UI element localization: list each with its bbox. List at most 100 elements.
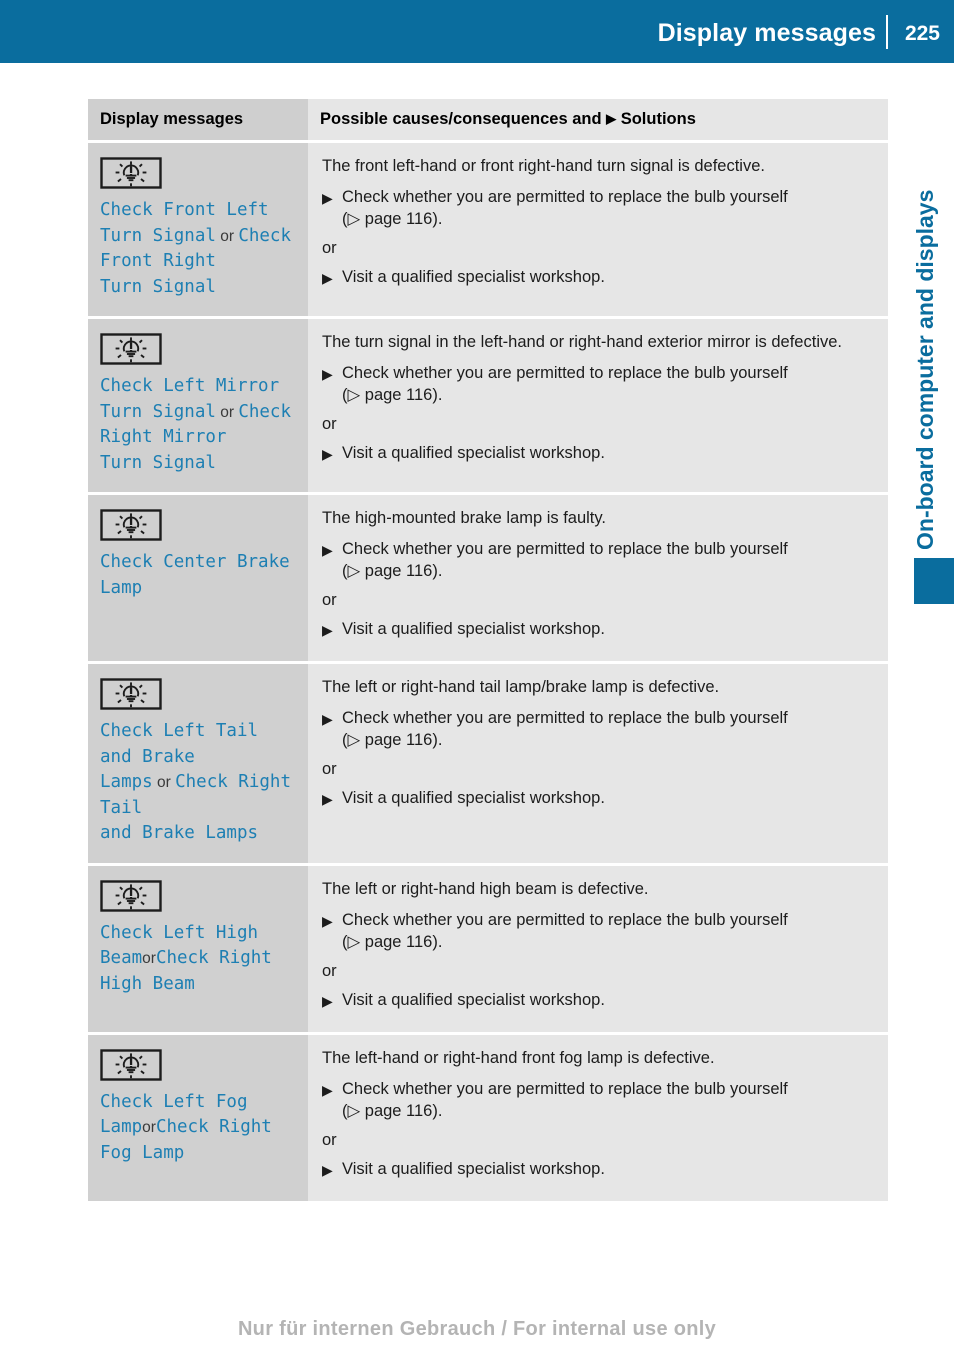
cause-text: The front left-hand or front right-hand … — [322, 157, 765, 175]
solution-step: ▶ Check whether you are permitted to repl… — [322, 1078, 874, 1122]
cell-causes-and-solutions: The left or right-hand tail lamp/brake l… — [308, 662, 888, 866]
solution-step: ▶ Visit a qualified specialist workshop. — [322, 989, 874, 1011]
page-reference-link[interactable]: (▷ page 116). — [342, 560, 874, 582]
message-code-line: Check Right — [155, 948, 272, 968]
table-header-row: Display messages Possible causes/consequ… — [88, 99, 888, 143]
table-row: Check Center Brake Lamp The high-mounted b… — [88, 493, 888, 664]
step-text: Visit a qualified specialist workshop. — [342, 444, 605, 462]
chapter-side-tab: On-board computer and displays — [905, 120, 945, 550]
step-separator-or: or — [322, 1130, 337, 1149]
message-code-line: Check Left High — [100, 922, 259, 943]
message-code-block: Check Center Brake Lamp — [100, 550, 298, 601]
step-triangle-icon: ▶ — [322, 190, 333, 206]
message-connector-or: or — [152, 774, 176, 791]
cause-text: The left or right-hand tail lamp/brake l… — [322, 678, 720, 696]
solution-step: ▶ Visit a qualified specialist workshop. — [322, 787, 874, 809]
page-header-band: Display messages 225 — [0, 0, 954, 63]
bulb-fault-icon — [100, 678, 162, 710]
page-reference-link[interactable]: (▷ page 116). — [342, 729, 874, 751]
solution-step: ▶ Visit a qualified specialist workshop. — [322, 442, 874, 464]
step-text: Visit a qualified specialist workshop. — [342, 1159, 605, 1178]
page-title: Display messages — [657, 19, 876, 47]
step-triangle-icon: ▶ — [322, 366, 333, 382]
solution-step: ▶ Check whether you are permitted to repl… — [322, 362, 874, 406]
message-code-line: Turn Signal — [100, 276, 216, 297]
step-text: Visit a qualified specialist workshop. — [342, 268, 605, 286]
cause-text: The left-hand or right-hand front fog la… — [322, 1048, 715, 1067]
step-triangle-icon: ▶ — [322, 912, 333, 929]
cause-text: The high-mounted brake lamp is faulty. — [322, 509, 607, 527]
column-header-solutions: Possible causes/consequences and ▶ Solut… — [308, 99, 888, 143]
cause-text: The left or right-hand high beam is defe… — [322, 879, 649, 898]
step-triangle-icon: ▶ — [322, 1081, 333, 1098]
message-code-block: Check Left Fog LamporCheck Right Fog Lamp — [100, 1090, 298, 1167]
column-header-solutions-suffix: Solutions — [616, 110, 696, 128]
cell-display-message: Check Left Fog LamporCheck Right Fog Lamp — [88, 1033, 308, 1204]
step-separator-or: or — [322, 591, 337, 609]
step-separator-or: or — [322, 961, 337, 980]
message-code-block: Check Left Mirror Turn Signal or Check Ri… — [100, 374, 298, 476]
step-text: Check whether you are permitted to repla… — [342, 910, 788, 929]
message-code-line: and Brake Lamps — [100, 823, 259, 843]
message-connector-or: or — [142, 950, 156, 967]
page-reference-link[interactable]: (▷ page 116). — [342, 931, 874, 953]
message-code-line: Beam — [100, 948, 143, 968]
table-row: Check Left Fog LamporCheck Right Fog Lamp T… — [88, 1033, 888, 1204]
table-row: Check Front Left Turn Signal or Check Fro… — [88, 141, 888, 319]
step-triangle-icon: ▶ — [322, 791, 333, 807]
message-code-line: Check Left Tail — [100, 721, 259, 741]
solution-step: ▶ Check whether you are permitted to repl… — [322, 186, 874, 230]
table-body: Check Front Left Turn Signal or Check Fro… — [88, 141, 888, 1204]
cell-causes-and-solutions: The left-hand or right-hand front fog la… — [308, 1033, 888, 1204]
step-triangle-icon: ▶ — [322, 992, 333, 1009]
table-row: Check Left Mirror Turn Signal or Check Ri… — [88, 317, 888, 495]
page-number: 225 — [904, 22, 940, 45]
message-code-line: Lamp — [100, 1117, 143, 1137]
solution-step: ▶ Visit a qualified specialist workshop. — [322, 1158, 874, 1180]
chapter-side-tab-label: On-board computer and displays — [912, 189, 938, 550]
page-reference-link[interactable]: (▷ page 116). — [342, 1100, 874, 1122]
step-separator-or: or — [322, 415, 337, 433]
message-connector-or: or — [142, 1119, 156, 1136]
step-triangle-icon: ▶ — [322, 1161, 333, 1178]
footer-watermark: Nur für internen Gebrauch / For internal… — [237, 1318, 717, 1340]
message-code-line: Turn Signal — [100, 401, 216, 422]
cell-display-message: Check Left High BeamorCheck Right High Bea… — [88, 864, 308, 1035]
page-reference-link[interactable]: (▷ page 116). — [342, 384, 874, 406]
chapter-thumb-marker — [914, 558, 954, 604]
bulb-fault-icon — [100, 333, 162, 365]
solution-step: ▶ Visit a qualified specialist workshop. — [322, 618, 874, 640]
message-code-line: High Beam — [100, 973, 195, 994]
page-reference-link[interactable]: (▷ page 116). — [342, 208, 874, 230]
solution-step: ▶ Check whether you are permitted to repl… — [322, 909, 874, 953]
step-text: Check whether you are permitted to repla… — [342, 364, 788, 382]
solution-step: ▶ Visit a qualified specialist workshop. — [322, 266, 874, 288]
step-text: Check whether you are permitted to repla… — [342, 540, 788, 558]
bulb-fault-icon — [100, 879, 162, 912]
column-header-solutions-prefix: Possible causes/consequences and — [320, 110, 607, 128]
message-code-line: Turn Signal — [100, 452, 216, 473]
cell-display-message: Check Center Brake Lamp — [88, 493, 308, 664]
message-code-line: Check Left Mirror — [100, 376, 280, 396]
solution-step: ▶ Check whether you are permitted to repl… — [322, 707, 874, 751]
cause-text: The turn signal in the left-hand or righ… — [322, 333, 842, 351]
step-triangle-icon: ▶ — [322, 446, 333, 462]
cell-causes-and-solutions: The turn signal in the left-hand or righ… — [308, 317, 888, 495]
step-text: Visit a qualified specialist workshop. — [342, 789, 605, 807]
cell-display-message: Check Left Tail and Brake Lamps or Check … — [88, 662, 308, 866]
message-code-line: Lamp — [100, 577, 143, 598]
message-code-block: Check Left High BeamorCheck Right High Bea… — [100, 921, 298, 998]
step-triangle-icon: ▶ — [322, 270, 333, 286]
message-code-line: Fog Lamp — [100, 1142, 185, 1163]
bulb-fault-icon — [100, 509, 162, 541]
column-header-display-messages: Display messages — [88, 99, 308, 143]
cell-causes-and-solutions: The high-mounted brake lamp is faulty. ▶ C… — [308, 493, 888, 664]
bulb-fault-icon — [100, 1048, 162, 1081]
display-messages-table: Display messages Possible causes/consequ… — [88, 99, 888, 1204]
cell-causes-and-solutions: The front left-hand or front right-hand … — [308, 141, 888, 319]
message-code-line: Turn Signal — [100, 225, 216, 246]
solutions-triangle-icon: ▶ — [606, 111, 617, 126]
cell-causes-and-solutions: The left or right-hand high beam is defe… — [308, 864, 888, 1035]
bulb-fault-icon — [100, 157, 162, 189]
message-code-block: Check Left Tail and Brake Lamps or Check … — [100, 719, 298, 847]
